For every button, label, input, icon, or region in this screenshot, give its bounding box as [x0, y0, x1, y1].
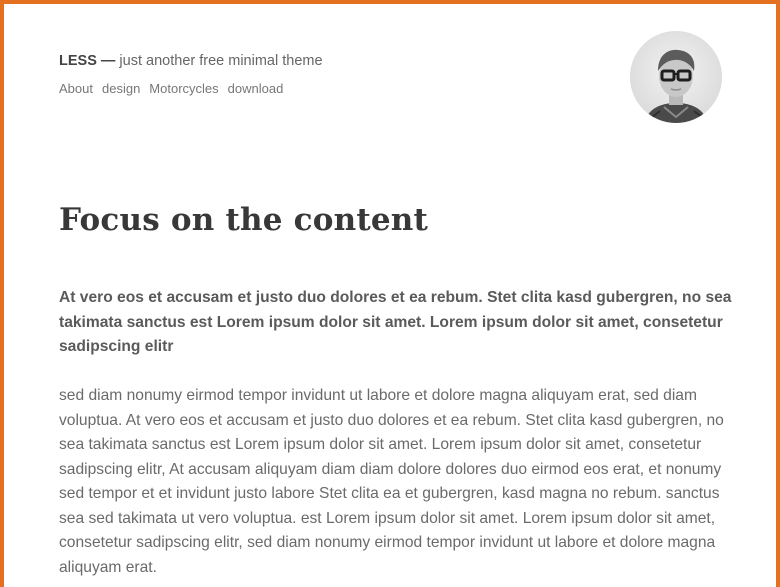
site-title[interactable]: LESS — just another free minimal theme [59, 53, 323, 69]
post-lead: At vero eos et accusam et justo duo dolo… [59, 289, 732, 355]
post-body: sed diam nonumy eirmod tempor invidunt u… [59, 387, 724, 576]
nav-link-design[interactable]: design [102, 81, 140, 96]
site-tagline: just another free minimal theme [115, 53, 323, 69]
nav-link-download[interactable]: download [228, 81, 284, 96]
site-brand[interactable]: LESS — [59, 53, 115, 69]
avatar[interactable] [630, 31, 722, 123]
page-frame: LESS — just another free minimal theme A… [0, 0, 780, 587]
avatar-photo-icon [630, 31, 722, 123]
nav-link-motorcycles[interactable]: Motorcycles [149, 81, 218, 96]
main-nav: About design Motorcycles download [59, 81, 283, 96]
post-title: Focus on the content [59, 202, 429, 238]
nav-link-about[interactable]: About [59, 81, 93, 96]
